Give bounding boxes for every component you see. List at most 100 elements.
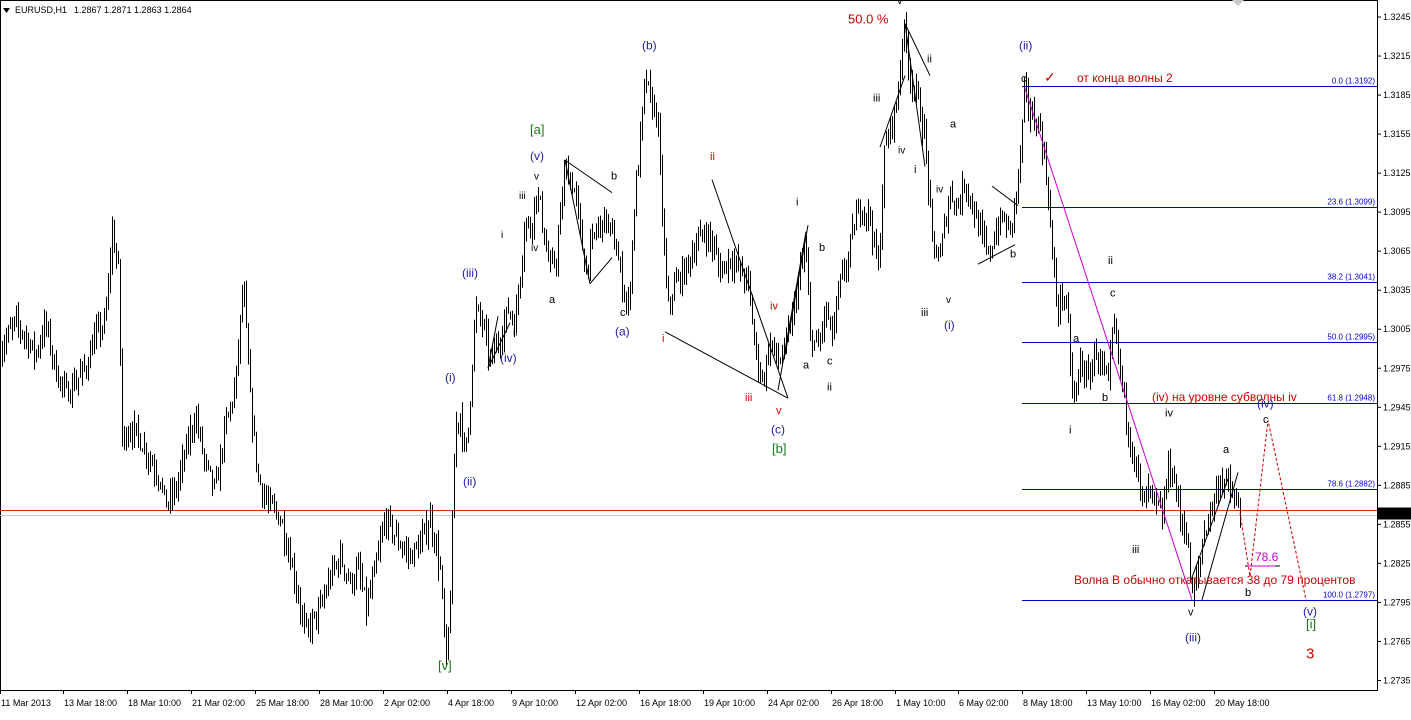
x-tick-label: 11 Mar 2013 (1, 698, 51, 708)
wave-label: (ii) (1019, 39, 1032, 53)
y-tick-label: 1.2795 (1383, 597, 1411, 607)
wave-label: i (501, 230, 503, 241)
wave-label: b (1010, 249, 1016, 261)
x-tick-label: 28 Mar 10:00 (320, 698, 373, 708)
wave-label: iv (898, 146, 905, 157)
wave-label: (iii) (462, 266, 478, 280)
wave-label: v (946, 295, 951, 306)
y-tick-label: 1.3215 (1383, 51, 1411, 61)
x-tick-label: 4 Apr 18:00 (448, 698, 494, 708)
x-tick-label: 13 May 10:00 (1087, 698, 1142, 708)
current-price-label: 1.2864 (1381, 509, 1409, 519)
x-tick-label: 26 Apr 18:00 (832, 698, 883, 708)
wave-label: iv (770, 301, 778, 313)
wave-label: c (827, 355, 833, 367)
x-tick-label: 6 May 02:00 (959, 698, 1009, 708)
wave-label: i (796, 197, 798, 209)
y-tick-label: 1.3005 (1383, 324, 1411, 334)
wave-label: v (1188, 606, 1194, 618)
fib-level-label: 100.0 (1.2797) (1323, 591, 1375, 600)
x-tick-label: 9 Apr 10:00 (512, 698, 558, 708)
x-tick-label: 21 Mar 02:00 (192, 698, 245, 708)
wave-label: (a) (615, 325, 630, 339)
fib-level-label: 38.2 (1.3041) (1327, 273, 1375, 282)
wave-label: 50.0 % (848, 12, 889, 27)
y-tick-label: 1.3245 (1383, 12, 1411, 22)
wave-label: [i] (1306, 616, 1316, 631)
wave-label: ii (1108, 255, 1113, 267)
chart-background (0, 0, 1411, 720)
wave-label: [b] (772, 441, 786, 456)
y-tick-label: 1.2855 (1383, 519, 1411, 529)
x-tick-label: 8 May 18:00 (1023, 698, 1073, 708)
wave-label: v (534, 172, 539, 183)
wave-label: iii (873, 93, 880, 105)
y-tick-label: 1.2765 (1383, 636, 1411, 646)
wave-label: b (1102, 392, 1108, 404)
wave-label: iv (936, 185, 943, 196)
x-tick-label: 2 Apr 02:00 (384, 698, 430, 708)
y-tick-label: 1.3095 (1383, 207, 1411, 217)
wave-label: c (1110, 288, 1116, 300)
wave-label: (v) (1303, 604, 1317, 618)
wave-label: (b) (642, 39, 657, 53)
fib-level-label: 50.0 (1.2995) (1327, 333, 1375, 342)
wave-label: ✓ (1044, 69, 1056, 85)
y-tick-label: 1.2945 (1383, 402, 1411, 412)
fib-level-label: 23.6 (1.3099) (1327, 198, 1375, 207)
y-tick-label: 1.3125 (1383, 168, 1411, 178)
y-tick-label: 1.3155 (1383, 129, 1411, 139)
wave-label: от конца волны 2 (1077, 71, 1173, 85)
wave-label: 78.6 (1255, 550, 1279, 564)
wave-label: 3 (1306, 645, 1314, 662)
y-tick-label: 1.2915 (1383, 441, 1411, 451)
wave-label: Волна B обычно откатывается 38 до 79 про… (1074, 573, 1355, 587)
wave-label: v (776, 405, 782, 417)
x-tick-label: 19 Apr 10:00 (704, 698, 755, 708)
wave-label: (i) (445, 370, 456, 384)
y-tick-label: 1.2825 (1383, 558, 1411, 568)
wave-label: ii (927, 54, 932, 66)
y-tick-label: 1.2735 (1383, 675, 1411, 685)
wave-label: i (662, 333, 664, 345)
x-tick-label: 16 Apr 18:00 (640, 698, 691, 708)
wave-label: c (1021, 73, 1027, 85)
wave-label: b (1245, 587, 1251, 599)
wave-label: ii (827, 381, 832, 393)
fib-level-label: 78.6 (1.2882) (1327, 480, 1375, 489)
wave-label: iii (921, 307, 928, 319)
chart-ohlc: 1.2867 1.2871 1.2863 1.2864 (74, 5, 192, 15)
x-tick-label: 13 Mar 18:00 (64, 698, 117, 708)
fib-level-label: 0.0 (1.3192) (1332, 77, 1375, 86)
y-tick-label: 1.3035 (1383, 285, 1411, 295)
wave-label: ii (710, 151, 715, 163)
wave-label: i (1069, 424, 1071, 436)
wave-label: iv (531, 243, 538, 254)
wave-label: iii (1132, 544, 1139, 556)
wave-label: (c) (771, 422, 785, 436)
y-tick-label: 1.3185 (1383, 90, 1411, 100)
wave-label: a (950, 119, 957, 131)
wave-label: a (1223, 444, 1230, 456)
wave-label: iii (745, 392, 752, 404)
wave-label: v (897, 0, 903, 7)
wave-label: a (803, 359, 810, 371)
y-tick-label: 1.2975 (1383, 363, 1411, 373)
wave-label: (ii) (463, 474, 476, 488)
wave-label: (iv) (500, 351, 517, 365)
wave-label: b (611, 171, 617, 183)
fib-level-label: 61.8 (1.2948) (1327, 394, 1375, 403)
wave-label: a (549, 294, 556, 306)
y-tick-label: 1.2885 (1383, 480, 1411, 490)
wave-label: (iii) (1185, 630, 1201, 644)
x-tick-label: 12 Apr 02:00 (576, 698, 627, 708)
wave-label: [a] (530, 122, 544, 137)
wave-label: b (819, 242, 825, 254)
x-tick-label: 18 Mar 10:00 (128, 698, 181, 708)
y-tick-label: 1.3065 (1383, 246, 1411, 256)
wave-label: iv (1165, 407, 1173, 419)
wave-label: c (1263, 414, 1269, 426)
x-tick-label: 16 May 02:00 (1151, 698, 1206, 708)
wave-label: c (620, 307, 626, 319)
wave-label: (iv) (1257, 396, 1274, 410)
